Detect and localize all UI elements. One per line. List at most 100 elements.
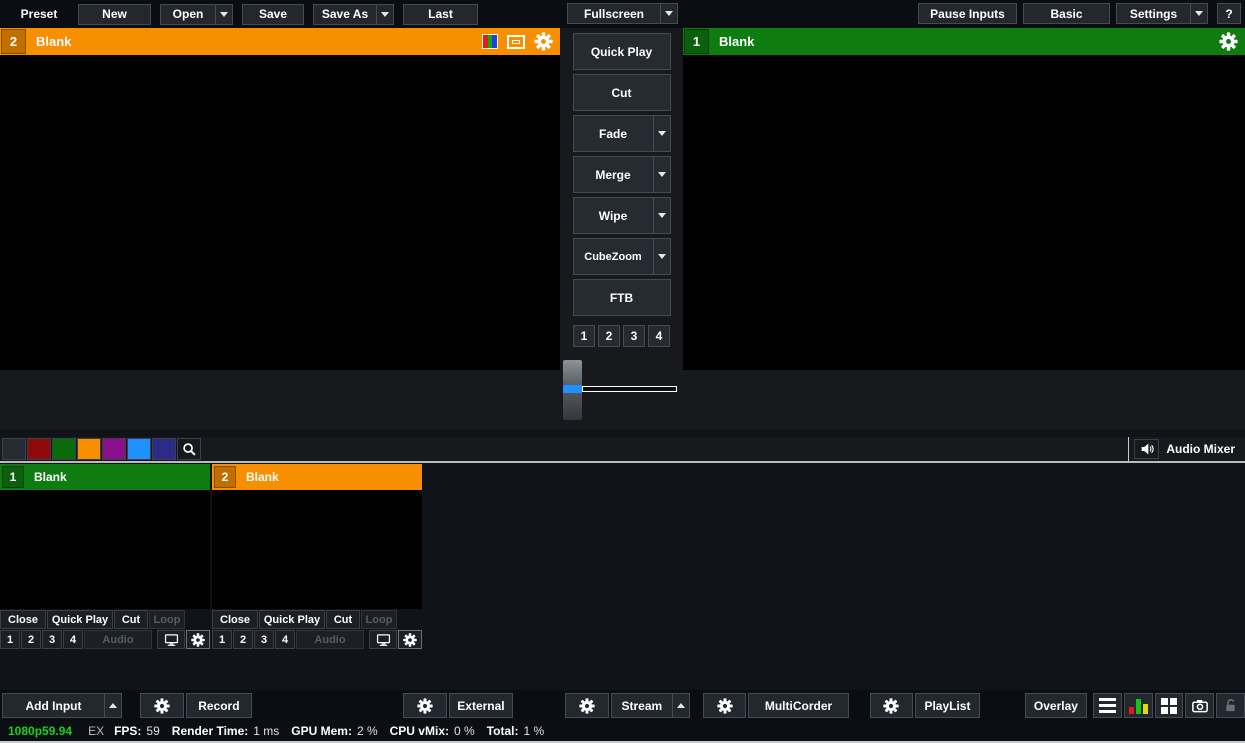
wipe-button[interactable]: Wipe <box>574 198 653 233</box>
input-1-header[interactable]: 1 Blank <box>0 464 210 490</box>
color-swatch-navy[interactable] <box>152 438 176 460</box>
fullscreen-monitor-button[interactable] <box>369 630 397 649</box>
speaker-button[interactable] <box>1134 439 1160 459</box>
multiview-layout-button[interactable] <box>1154 693 1184 718</box>
stream-dropdown-button[interactable] <box>671 694 689 717</box>
cubezoom-dropdown-button[interactable] <box>652 239 670 274</box>
record-settings-button[interactable] <box>140 693 184 718</box>
merge-dropdown-button[interactable] <box>652 157 670 192</box>
ftb-button[interactable]: FTB <box>572 279 671 316</box>
record-button[interactable]: Record <box>185 693 253 718</box>
color-swatch-red[interactable] <box>27 438 51 460</box>
open-button[interactable]: Open <box>161 5 215 24</box>
fullscreen-monitor-button[interactable] <box>157 630 185 649</box>
overlay-3-button[interactable]: 3 <box>42 630 62 649</box>
overlay-1-button[interactable]: 1 <box>0 630 20 649</box>
last-button[interactable]: Last <box>403 3 478 25</box>
colorbars-icon[interactable] <box>482 34 498 49</box>
color-swatch-green[interactable] <box>52 438 76 460</box>
stinger-3-button[interactable]: 3 <box>623 325 645 347</box>
gear-icon <box>403 633 417 647</box>
fullscreen-dropdown-button[interactable] <box>660 4 677 23</box>
audio-button[interactable]: Audio <box>296 630 364 649</box>
input-1-thumbnail[interactable] <box>0 490 210 609</box>
overlay-2-button[interactable]: 2 <box>233 630 253 649</box>
save-as-dropdown-button[interactable] <box>376 4 393 24</box>
lock-button[interactable] <box>1216 693 1245 718</box>
playlist-settings-button[interactable] <box>869 693 914 718</box>
save-button[interactable]: Save <box>242 3 304 25</box>
shortcuts-menu-button[interactable] <box>1093 693 1122 718</box>
chevron-up-icon <box>109 703 117 708</box>
fade-dropdown-button[interactable] <box>652 116 670 151</box>
stream-settings-button[interactable] <box>565 693 609 718</box>
quick-play-button[interactable]: Quick Play <box>572 33 671 70</box>
external-settings-button[interactable] <box>403 693 447 718</box>
cut-button[interactable]: Cut <box>114 610 148 629</box>
input-settings-button[interactable] <box>186 630 210 649</box>
overlay-button[interactable]: Overlay <box>1024 693 1088 718</box>
save-as-button[interactable]: Save As <box>314 5 376 24</box>
search-button[interactable] <box>177 438 201 460</box>
settings-button[interactable]: Settings <box>1117 4 1190 23</box>
audio-meters-button[interactable] <box>1123 693 1153 718</box>
color-swatch-blue[interactable] <box>127 438 151 460</box>
fullscreen-button-group: Fullscreen <box>567 3 678 24</box>
loop-button[interactable]: Loop <box>149 610 185 629</box>
input-2-thumbnail[interactable] <box>212 490 422 609</box>
snapshot-button[interactable] <box>1185 693 1215 718</box>
multicorder-button[interactable]: MultiCorder <box>748 693 849 718</box>
new-button[interactable]: New <box>78 3 151 25</box>
color-swatch-purple[interactable] <box>102 438 126 460</box>
add-input-dropdown-button[interactable] <box>104 694 121 717</box>
input-2-header[interactable]: 2 Blank <box>212 464 422 490</box>
add-input-button[interactable]: Add Input <box>3 694 104 717</box>
external-button[interactable]: External <box>448 693 514 718</box>
stinger-4-button[interactable]: 4 <box>648 325 670 347</box>
merge-button[interactable]: Merge <box>574 157 653 192</box>
multicorder-settings-button[interactable] <box>702 693 747 718</box>
overlay-2-button[interactable]: 2 <box>21 630 41 649</box>
wipe-dropdown-button[interactable] <box>652 198 670 233</box>
tbar-handle[interactable] <box>563 360 582 420</box>
basic-button[interactable]: Basic <box>1023 3 1110 24</box>
color-swatch-orange[interactable] <box>77 438 101 460</box>
audio-mixer-toggle[interactable]: Audio Mixer <box>1128 437 1245 461</box>
stinger-2-button[interactable]: 2 <box>598 325 620 347</box>
cpu-vmix-value: 0 % <box>453 724 475 738</box>
preview-video <box>0 55 560 370</box>
overlay-4-button[interactable]: 4 <box>275 630 295 649</box>
fade-button[interactable]: Fade <box>574 116 653 151</box>
grid-icon <box>1161 697 1178 714</box>
stinger-1-button[interactable]: 1 <box>573 325 595 347</box>
pause-inputs-button[interactable]: Pause Inputs <box>918 3 1017 24</box>
color-swatch-blank[interactable] <box>2 438 26 460</box>
input-settings-button[interactable] <box>398 630 422 649</box>
controls-spacer <box>153 630 156 649</box>
loop-button[interactable]: Loop <box>361 610 397 629</box>
overlay-3-button[interactable]: 3 <box>254 630 274 649</box>
quick-play-button[interactable]: Quick Play <box>259 610 325 629</box>
open-button-group: Open <box>160 3 233 25</box>
stream-button[interactable]: Stream <box>612 694 672 717</box>
settings-dropdown-button[interactable] <box>1190 4 1207 23</box>
preview-input-number: 2 <box>1 29 26 54</box>
overlay-1-button[interactable]: 1 <box>212 630 232 649</box>
playlist-button[interactable]: PlayList <box>915 693 980 718</box>
help-button[interactable]: ? <box>1217 3 1241 24</box>
monitor-frame-icon[interactable] <box>507 34 525 49</box>
quick-play-button[interactable]: Quick Play <box>47 610 113 629</box>
cut-button[interactable]: Cut <box>326 610 360 629</box>
gear-icon[interactable] <box>1219 32 1238 51</box>
close-button[interactable]: Close <box>212 610 258 629</box>
close-button[interactable]: Close <box>0 610 46 629</box>
audio-button[interactable]: Audio <box>84 630 152 649</box>
fullscreen-button[interactable]: Fullscreen <box>568 4 660 23</box>
total-value: 1 % <box>523 724 545 738</box>
add-input-button-group: Add Input <box>2 693 122 718</box>
overlay-4-button[interactable]: 4 <box>63 630 83 649</box>
cubezoom-button[interactable]: CubeZoom <box>574 239 653 274</box>
cut-button[interactable]: Cut <box>572 74 671 111</box>
open-dropdown-button[interactable] <box>215 4 232 24</box>
gear-icon[interactable] <box>534 32 553 51</box>
